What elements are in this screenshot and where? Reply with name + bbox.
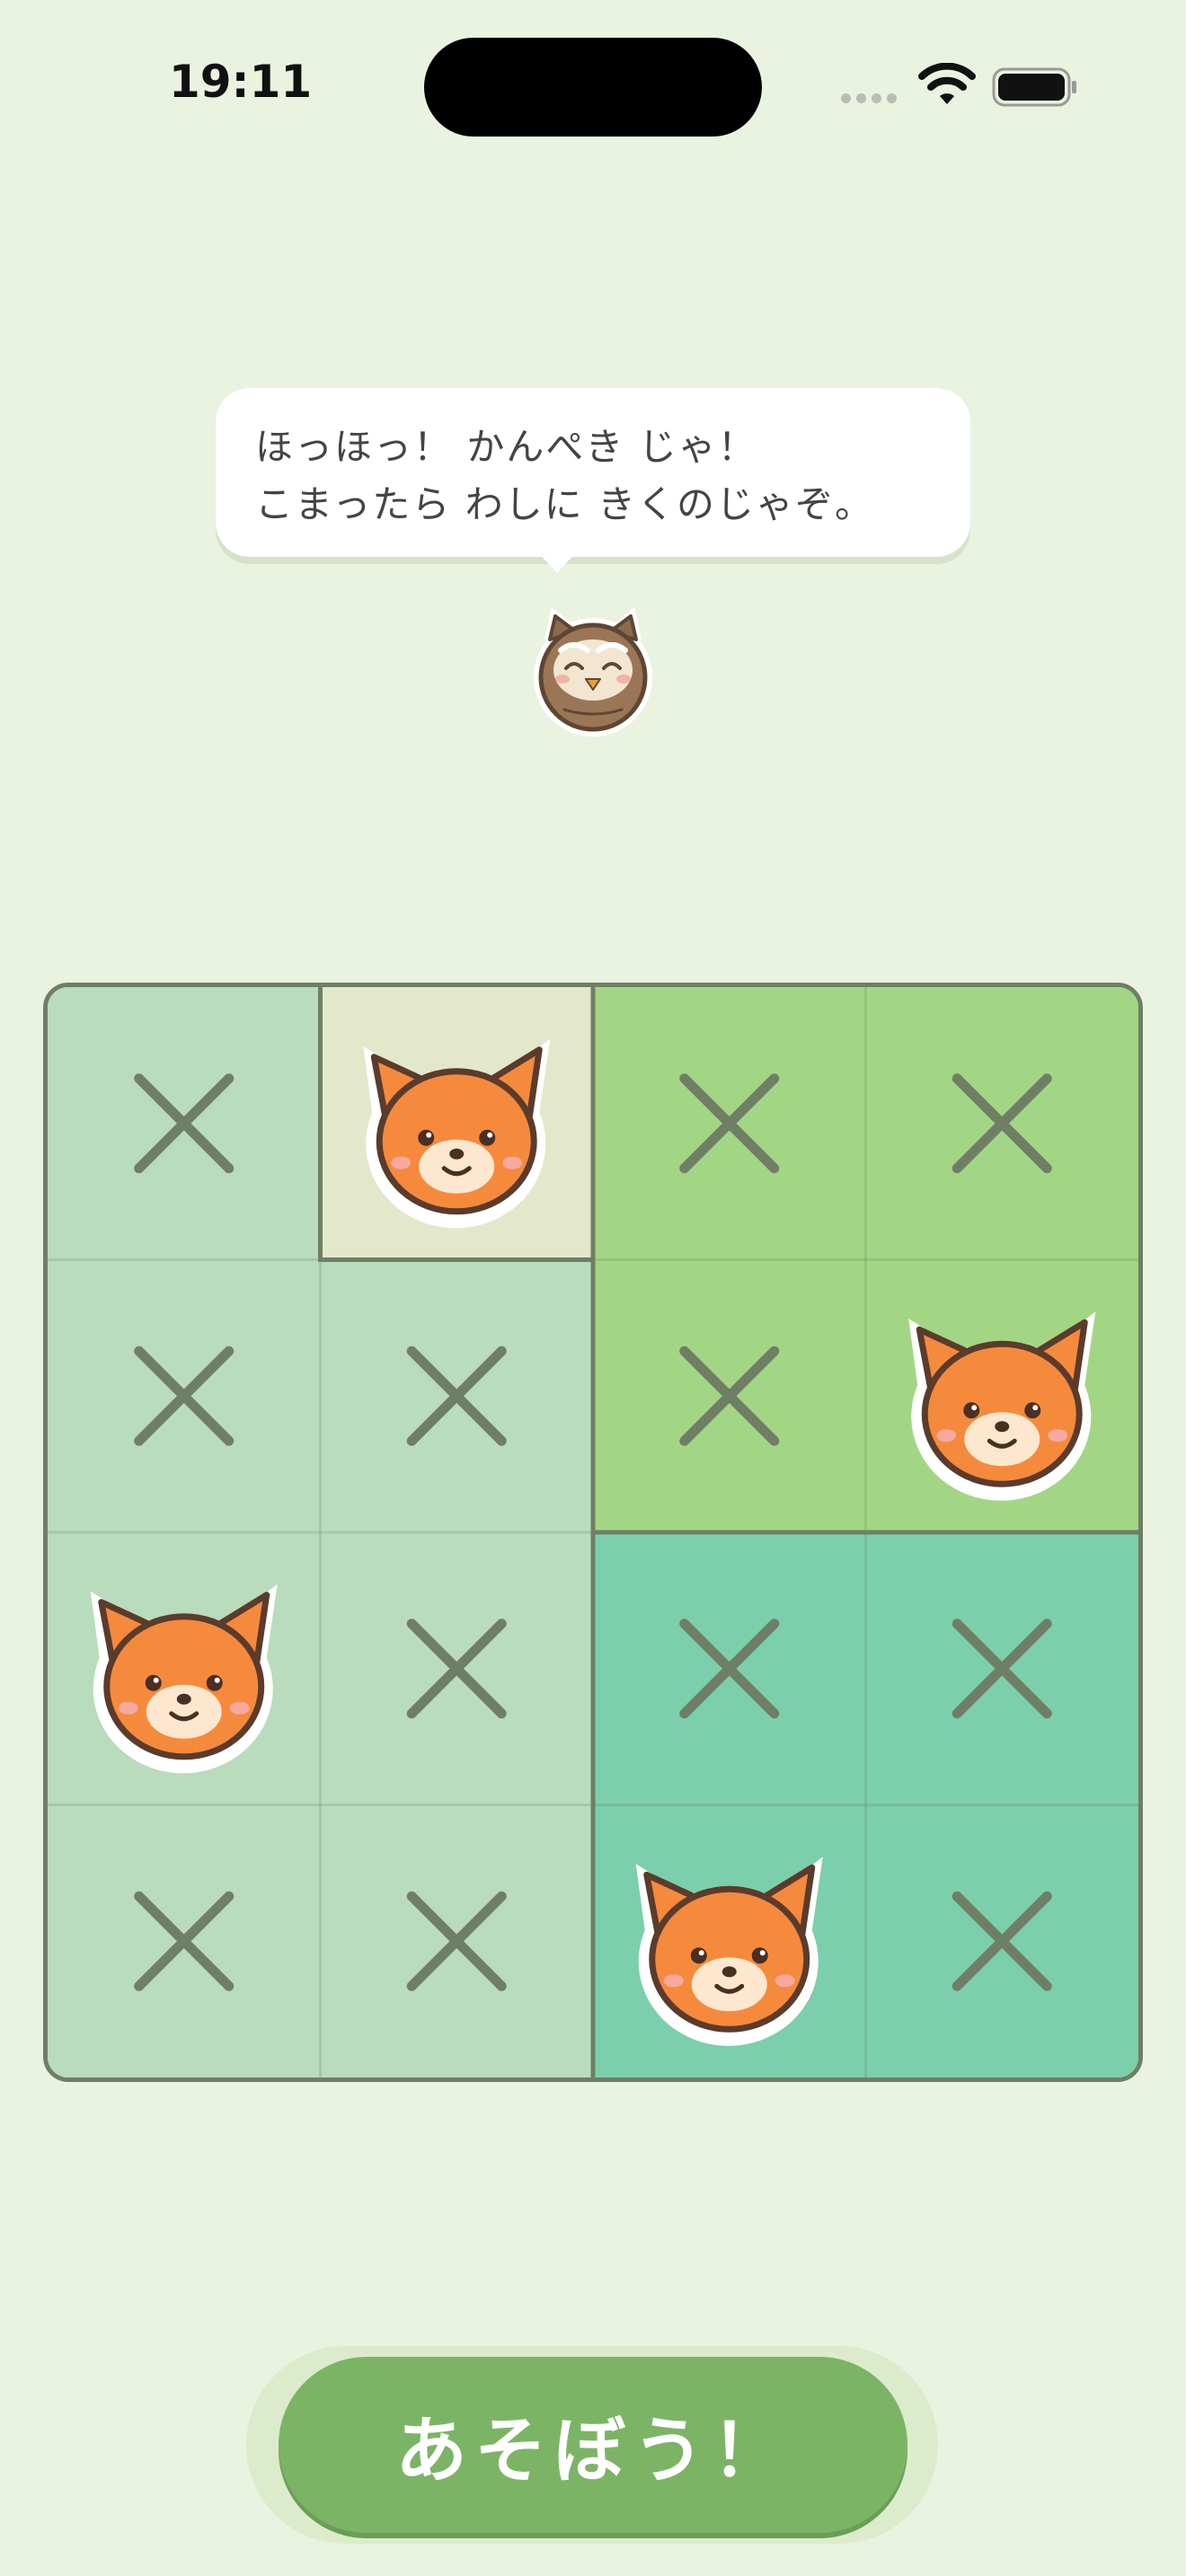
puzzle-board (43, 983, 1143, 2082)
speech-bubble: ほっほっ！ かんぺき じゃ！ こまったら わしに きくのじゃぞ。 (216, 388, 970, 557)
wifi-icon (918, 63, 976, 104)
dynamic-island (424, 38, 762, 137)
play-button[interactable]: あそぼう！ (279, 2357, 907, 2533)
owl-icon[interactable] (528, 604, 658, 738)
speech-bubble-tail (535, 550, 579, 573)
speech-line-2: こまったら わしに きくのじゃぞ。 (255, 482, 875, 526)
cellular-signal-icon (841, 93, 897, 103)
speech-line-1: ほっほっ！ かんぺき じゃ！ (255, 425, 757, 469)
status-time: 19:11 (169, 56, 313, 108)
board-grid (48, 987, 1138, 2078)
battery-icon (992, 67, 1076, 107)
